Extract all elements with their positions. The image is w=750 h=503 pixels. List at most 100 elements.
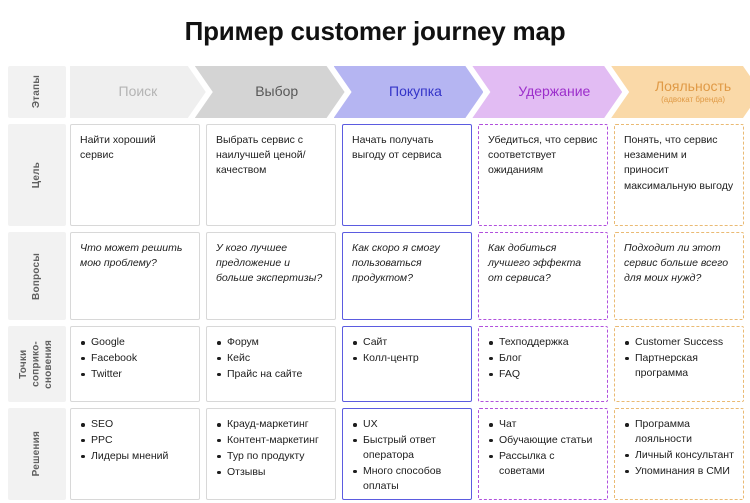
list-item: SEO (80, 417, 190, 432)
rail-label-solutions: Решения (8, 408, 66, 500)
card-solutions-search[interactable]: SEO PPC Лидеры мнений (70, 408, 200, 500)
card-touchpoints-purchase[interactable]: Сайт Колл-центр (342, 326, 472, 402)
card-text: У кого лучшее предложение и больше экспе… (216, 242, 323, 285)
card-list: SEO PPC Лидеры мнений (80, 417, 190, 464)
row-touchpoints: Точки соприко- сновения Google Facebook Tw… (0, 326, 750, 402)
cards-goal: Найти хороший сервис Выбрать сервис с наи… (70, 124, 750, 226)
stage-label-loyalty: Лояльность (адвокат бренда) (654, 78, 732, 104)
row-questions: Вопросы Что может решить мою проблему? У … (0, 232, 750, 320)
card-questions-choice[interactable]: У кого лучшее предложение и больше экспе… (206, 232, 336, 320)
list-item: Отзывы (216, 465, 326, 480)
list-item: Кейс (216, 351, 326, 366)
card-goal-choice[interactable]: Выбрать сервис с наилучшей ценой/качеств… (206, 124, 336, 226)
cards-solutions: SEO PPC Лидеры мнений Крауд-маркетинг Контен… (70, 408, 750, 500)
stage-header-row: Этапы Поиск Выбор Покупка Удержание Лояльнос… (0, 66, 750, 118)
card-goal-retention[interactable]: Убедиться, что сервис соответствует ожид… (478, 124, 608, 226)
list-item: Чат (488, 417, 598, 432)
card-touchpoints-loyalty[interactable]: Customer Success Партнерская программа (614, 326, 744, 402)
card-questions-purchase[interactable]: Как скоро я смогу пользоваться продуктом… (342, 232, 472, 320)
card-list: Customer Success Партнерская программа (624, 335, 734, 381)
rail-label-goal: Цель (8, 124, 66, 226)
rail-label-stages: Этапы (8, 66, 66, 118)
card-solutions-loyalty[interactable]: Программа лояльности Личный консультант Уп… (614, 408, 744, 500)
list-item: Customer Success (624, 335, 734, 350)
list-item: Личный консультант (624, 448, 734, 463)
card-text: Найти хороший сервис (80, 134, 156, 162)
list-item: Facebook (80, 351, 190, 366)
card-questions-loyalty[interactable]: Подходит ли этот сервис больше всего для… (614, 232, 744, 320)
stage-arrow-purchase[interactable]: Покупка (334, 66, 484, 118)
list-item: Сайт (352, 335, 462, 350)
rail-label-solutions-text: Решения (30, 431, 42, 477)
rail-label-touchpoints: Точки соприко- сновения (8, 326, 66, 402)
list-item: Лидеры мнений (80, 449, 190, 464)
stage-arrows: Поиск Выбор Покупка Удержание Лояльность (адв… (70, 66, 750, 118)
card-questions-search[interactable]: Что может решить мою проблему? (70, 232, 200, 320)
list-item: Обучающие статьи (488, 433, 598, 448)
list-item: Рассылка с советами (488, 449, 598, 479)
list-item: Форум (216, 335, 326, 350)
rail-label-stages-text: Этапы (30, 75, 42, 109)
stage-label-choice: Выбор (255, 83, 299, 100)
card-goal-purchase[interactable]: Начать получать выгоду от сервиса (342, 124, 472, 226)
rail-label-touchpoints-text: Точки соприко- сновения (18, 339, 55, 389)
stage-sublabel-loyalty: (адвокат бренда) (661, 94, 726, 104)
card-solutions-purchase[interactable]: UX Быстрый ответ оператора Много способов … (342, 408, 472, 500)
row-solutions: Решения SEO PPC Лидеры мнений Крауд-маркети… (0, 408, 750, 500)
card-list: Программа лояльности Личный консультант Уп… (624, 417, 734, 479)
list-item: Техподдержка (488, 335, 598, 350)
card-questions-retention[interactable]: Как добиться лучшего эффекта от сервиса? (478, 232, 608, 320)
row-goal: Цель Найти хороший сервис Выбрать сервис … (0, 124, 750, 226)
card-list: Форум Кейс Прайс на сайте (216, 335, 326, 382)
stage-arrow-choice[interactable]: Выбор (195, 66, 345, 118)
card-touchpoints-search[interactable]: Google Facebook Twitter (70, 326, 200, 402)
card-text: Что может решить мою проблему? (80, 242, 183, 270)
card-touchpoints-retention[interactable]: Техподдержка Блог FAQ (478, 326, 608, 402)
card-list: Google Facebook Twitter (80, 335, 190, 382)
stage-arrow-retention[interactable]: Удержание (472, 66, 622, 118)
rail-label-questions-text: Вопросы (30, 252, 42, 300)
card-goal-loyalty[interactable]: Понять, что сервис незаменим и приносит … (614, 124, 744, 226)
journey-map: Этапы Поиск Выбор Покупка Удержание Лояльнос… (0, 66, 750, 500)
card-solutions-choice[interactable]: Крауд-маркетинг Контент-маркетинг Тур по п… (206, 408, 336, 500)
card-text: Начать получать выгоду от сервиса (352, 134, 442, 162)
card-text: Как скоро я смогу пользоваться продуктом… (352, 242, 440, 285)
stage-label-purchase: Покупка (389, 83, 442, 100)
card-list: UX Быстрый ответ оператора Много способов … (352, 417, 462, 494)
stage-arrow-search[interactable]: Поиск (70, 66, 206, 118)
list-item: Контент-маркетинг (216, 433, 326, 448)
card-list: Техподдержка Блог FAQ (488, 335, 598, 382)
card-list: Сайт Колл-центр (352, 335, 462, 366)
rail-label-questions: Вопросы (8, 232, 66, 320)
card-text: Подходит ли этот сервис больше всего для… (624, 242, 729, 285)
list-item: Упоминания в СМИ (624, 464, 734, 479)
list-item: Twitter (80, 367, 190, 382)
card-text: Выбрать сервис с наилучшей ценой/качеств… (216, 134, 306, 177)
card-list: Крауд-маркетинг Контент-маркетинг Тур по п… (216, 417, 326, 480)
list-item: Программа лояльности (624, 417, 734, 447)
list-item: Партнерская программа (624, 351, 734, 381)
list-item: Колл-центр (352, 351, 462, 366)
stage-arrow-loyalty[interactable]: Лояльность (адвокат бренда) (611, 66, 750, 118)
page-title: Пример customer journey map (184, 16, 566, 46)
cards-questions: Что может решить мою проблему? У кого луч… (70, 232, 750, 320)
list-item: Прайс на сайте (216, 367, 326, 382)
list-item: Google (80, 335, 190, 350)
list-item: Блог (488, 351, 598, 366)
list-item: UX (352, 417, 462, 432)
card-text: Убедиться, что сервис соответствует ожид… (488, 134, 598, 177)
cards-touchpoints: Google Facebook Twitter Форум Кейс Прайс на с… (70, 326, 750, 402)
card-text: Как добиться лучшего эффекта от сервиса? (488, 242, 582, 285)
list-item: Много способов оплаты (352, 464, 462, 494)
card-solutions-retention[interactable]: Чат Обучающие статьи Рассылка с советами (478, 408, 608, 500)
card-list: Чат Обучающие статьи Рассылка с советами (488, 417, 598, 479)
list-item: PPC (80, 433, 190, 448)
list-item: FAQ (488, 367, 598, 382)
stage-label-retention: Удержание (518, 83, 591, 100)
card-goal-search[interactable]: Найти хороший сервис (70, 124, 200, 226)
stage-label-search: Поиск (118, 83, 158, 100)
card-text: Понять, что сервис незаменим и приносит … (624, 134, 734, 192)
list-item: Тур по продукту (216, 449, 326, 464)
list-item: Крауд-маркетинг (216, 417, 326, 432)
card-touchpoints-choice[interactable]: Форум Кейс Прайс на сайте (206, 326, 336, 402)
